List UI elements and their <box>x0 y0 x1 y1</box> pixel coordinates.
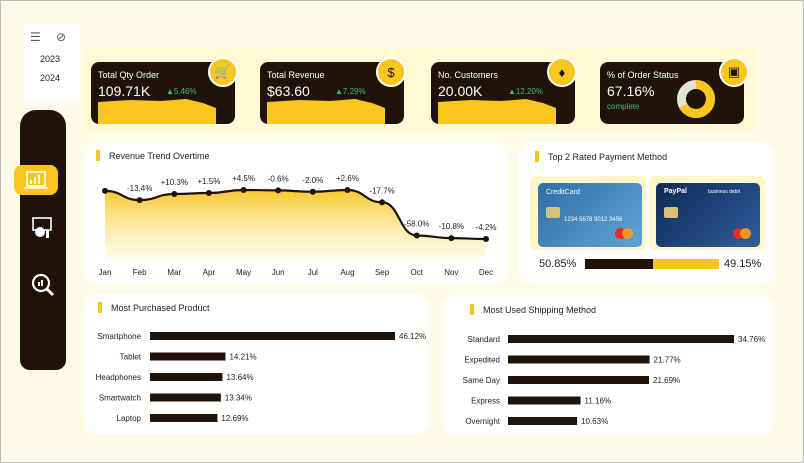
bar-value-label: 13.64% <box>226 373 253 382</box>
month-tick-label: Mar <box>167 268 181 277</box>
bar-value-label: 34.76% <box>738 335 765 344</box>
bar[interactable] <box>508 417 578 425</box>
paypal-card-image: PayPal business debit <box>656 183 760 247</box>
revenue-change-label: -0.6% <box>268 174 289 183</box>
bar-value-label: 13.34% <box>225 394 252 403</box>
revenue-point[interactable] <box>413 232 420 239</box>
revenue-change-label: -2.0% <box>302 176 323 185</box>
revenue-point[interactable] <box>483 236 489 242</box>
bar[interactable] <box>150 332 395 340</box>
revenue-change-label: +2.6% <box>336 174 359 183</box>
bar-category-label: Tablet <box>120 353 142 362</box>
month-tick-label: Oct <box>411 268 424 277</box>
revenue-point[interactable] <box>309 188 316 195</box>
bar-value-label: 46.12% <box>399 332 426 341</box>
bar-value-label: 21.77% <box>654 356 681 365</box>
revenue-point[interactable] <box>205 190 212 197</box>
revenue-point[interactable] <box>379 199 386 206</box>
card-type: business debit <box>708 189 740 195</box>
payment-right-segment <box>653 259 719 269</box>
box-icon: ▣ <box>719 57 749 87</box>
month-tick-label: Nov <box>444 268 458 277</box>
month-tick-label: May <box>236 268 251 277</box>
bar[interactable] <box>150 352 226 361</box>
nav-search-button[interactable] <box>30 272 56 303</box>
year-filter: ☰ ⊘ 2023 2024 <box>24 24 80 102</box>
month-tick-label: Feb <box>133 268 147 277</box>
bar-category-label: Overnight <box>465 417 500 426</box>
bar-value-label: 14.21% <box>229 353 256 362</box>
revenue-point[interactable] <box>136 197 143 204</box>
bar-category-label: Express <box>471 397 500 406</box>
year-2024-option[interactable]: 2024 <box>24 73 76 83</box>
revenue-point[interactable] <box>240 187 247 193</box>
bar-category-label: Laptop <box>117 414 142 423</box>
card-brand: PayPal <box>664 188 687 195</box>
search-icon <box>31 273 55 297</box>
month-tick-label: Sep <box>375 268 390 277</box>
payment-split-bar <box>585 259 719 269</box>
dashboard-icon <box>24 171 48 189</box>
bar[interactable] <box>508 335 734 343</box>
bar[interactable] <box>150 393 221 402</box>
bar-category-label: Smartphone <box>97 332 141 341</box>
analytics-icon <box>32 217 52 238</box>
product-bar-chart: Smartphone 46.12% Tablet 14.21% Headphones 13… <box>96 332 426 423</box>
bar[interactable] <box>150 414 218 422</box>
card-brand: CreditCard <box>546 189 580 196</box>
cart-icon: 🛒 <box>208 57 238 87</box>
month-tick-label: Aug <box>340 268 354 277</box>
payment-left-pct: 50.85% <box>539 258 577 270</box>
credit-card-image: CreditCard 1234 5678 9012 3456 <box>538 183 642 247</box>
revenue-change-label: -17.7% <box>369 186 394 195</box>
payment-right-pct: 49.15% <box>724 258 762 270</box>
month-tick-label: Jun <box>272 268 285 277</box>
revenue-point[interactable] <box>275 187 282 194</box>
bar[interactable] <box>508 355 650 364</box>
bar[interactable] <box>508 376 650 384</box>
bar-value-label: 12.69% <box>221 414 248 423</box>
month-tick-label: Dec <box>479 268 493 277</box>
revenue-trend-chart: Jan -13.4% Feb +10.3% Mar +1.5% Apr +4.5% May -0.… <box>99 174 497 277</box>
card-number: 1234 5678 9012 3456 <box>564 217 623 223</box>
payment-method-title: Top 2 Rated Payment Method <box>534 151 668 162</box>
revenue-point[interactable] <box>102 187 108 194</box>
year-2023-option[interactable]: 2023 <box>24 54 76 64</box>
revenue-point[interactable] <box>344 187 351 193</box>
money-icon: $ <box>376 57 406 87</box>
nav-analytics-button[interactable] <box>30 216 54 245</box>
bar-value-label: 21.69% <box>653 376 680 385</box>
revenue-change-label: -10.8% <box>439 222 464 231</box>
bar-value-label: 10.63% <box>581 417 608 426</box>
revenue-point[interactable] <box>448 235 455 242</box>
card-chip <box>546 207 560 218</box>
bar[interactable] <box>508 396 581 405</box>
bar[interactable] <box>150 373 223 381</box>
revenue-change-label: -13.4% <box>127 184 152 193</box>
revenue-point[interactable] <box>171 190 178 197</box>
bar-category-label: Headphones <box>96 373 141 382</box>
revenue-change-label: -4.2% <box>476 223 497 232</box>
month-tick-label: Jul <box>308 268 318 277</box>
shipping-bar-chart: Standard 34.76% Expedited 21.77% Same Day 21.… <box>463 335 765 426</box>
clear-filter-icon[interactable]: ⊘ <box>56 30 66 44</box>
bar-value-label: 11.16% <box>585 397 612 406</box>
payment-left-segment <box>585 259 654 269</box>
bar-category-label: Same Day <box>463 376 500 385</box>
bar-category-label: Expedited <box>464 356 500 365</box>
card-chip <box>664 207 678 218</box>
bar-category-label: Standard <box>468 335 500 344</box>
revenue-change-label: +4.5% <box>232 174 255 183</box>
handshake-icon: ♦ <box>547 57 577 87</box>
revenue-change-label: +10.3% <box>161 178 188 187</box>
checklist-icon[interactable]: ☰ <box>30 30 41 44</box>
bar-category-label: Smartwatch <box>99 394 141 403</box>
month-tick-label: Jan <box>99 268 112 277</box>
revenue-change-label: +1.5% <box>197 177 220 186</box>
nav-dashboard-button[interactable] <box>14 165 58 195</box>
month-tick-label: Apr <box>203 268 216 277</box>
revenue-change-label: -58.0% <box>404 220 429 229</box>
